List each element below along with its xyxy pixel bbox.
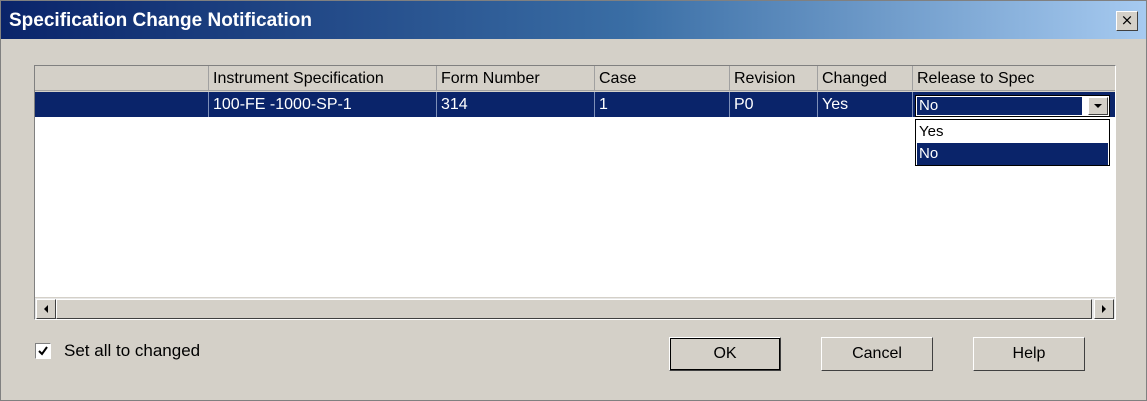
cell-changed[interactable]: Yes — [818, 92, 913, 117]
chevron-down-icon — [1094, 104, 1102, 108]
dialog-window: Specification Change Notification × Inst… — [0, 0, 1147, 401]
header-case[interactable]: Case — [595, 66, 730, 91]
grid-header: Instrument Specification Form Number Cas… — [35, 66, 1115, 92]
dropdown-option-no[interactable]: No — [917, 143, 1108, 165]
dropdown-option-yes[interactable]: Yes — [917, 121, 1108, 143]
row-selector-cell[interactable] — [35, 92, 209, 117]
close-button[interactable]: × — [1116, 11, 1138, 31]
horizontal-scrollbar[interactable] — [35, 297, 1115, 319]
cell-revision[interactable]: P0 — [730, 92, 818, 117]
scroll-thumb[interactable] — [56, 299, 1092, 319]
ok-button[interactable]: OK — [669, 337, 781, 371]
cell-case[interactable]: 1 — [595, 92, 730, 117]
scroll-left-button[interactable] — [36, 299, 56, 319]
title-bar[interactable]: Specification Change Notification × — [1, 1, 1146, 39]
close-icon: × — [1120, 11, 1134, 29]
cell-form-number[interactable]: 314 — [437, 92, 595, 117]
header-release-to-spec[interactable]: Release to Spec — [913, 66, 1115, 91]
cancel-button[interactable]: Cancel — [821, 337, 933, 371]
header-changed[interactable]: Changed — [818, 66, 913, 91]
scroll-right-arrow-icon — [1102, 305, 1106, 313]
dropdown-button[interactable] — [1088, 97, 1108, 115]
header-instrument-specification[interactable]: Instrument Specification — [209, 66, 437, 91]
header-form-number[interactable]: Form Number — [437, 66, 595, 91]
window-title: Specification Change Notification — [9, 10, 312, 31]
release-to-spec-select[interactable]: No — [915, 95, 1110, 117]
scroll-right-button[interactable] — [1094, 299, 1114, 319]
checkmark-icon — [38, 346, 48, 356]
cell-instrument-specification[interactable]: 100-FE -1000-SP-1 — [209, 92, 437, 117]
release-to-spec-selected-value: No — [917, 97, 1082, 115]
set-all-changed-label[interactable]: Set all to changed — [64, 341, 200, 361]
header-revision[interactable]: Revision — [730, 66, 818, 91]
help-button[interactable]: Help — [973, 337, 1085, 371]
release-to-spec-dropdown-list: Yes No — [915, 119, 1110, 166]
header-row-selector — [35, 66, 209, 91]
spec-grid: Instrument Specification Form Number Cas… — [34, 65, 1116, 320]
scroll-left-arrow-icon — [44, 305, 48, 313]
set-all-changed-checkbox[interactable] — [35, 343, 51, 359]
